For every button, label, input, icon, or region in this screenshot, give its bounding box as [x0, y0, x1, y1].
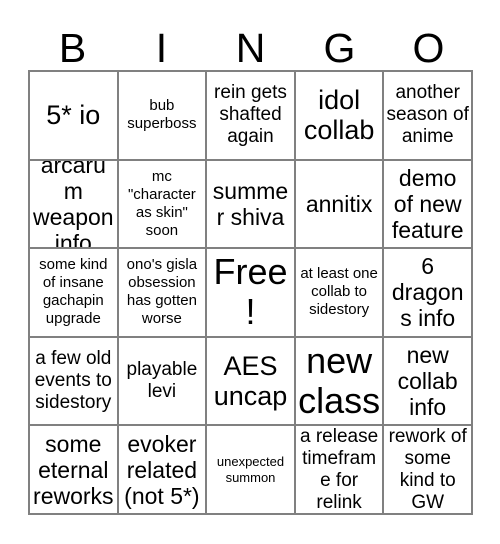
bingo-cell-r3c4[interactable]: at least one collab to sidestory — [295, 249, 385, 338]
bingo-cell-r4c1[interactable]: a few old events to sidestory — [30, 337, 119, 427]
bingo-cell-r3c1[interactable]: some kind of insane gachapin upgrade — [30, 249, 119, 338]
bingo-cell-label: some eternal reworks — [33, 430, 114, 509]
bingo-cell-label: playable levi — [126, 359, 198, 403]
bingo-cell-label: evoker related (not 5*) — [124, 430, 200, 509]
bingo-cell-label: some kind of insane gachapin upgrade — [39, 256, 108, 328]
bingo-cell-label: new class — [298, 340, 381, 422]
bingo-cell-label: rein gets shafted again — [214, 82, 287, 148]
bingo-cell-r1c4[interactable]: idol collab — [295, 72, 385, 161]
bingo-cell-r4c3[interactable]: AES uncap — [207, 337, 296, 427]
bingo-cell-r3c2[interactable]: ono's gisla obsession has gotten worse — [118, 249, 208, 338]
bingo-cell-r5c5[interactable]: rework of some kind to GW — [384, 426, 473, 515]
bingo-cell-label: AES uncap — [213, 351, 288, 412]
bingo-header-letter-5: O — [412, 25, 445, 71]
bingo-cell-r5c4[interactable]: a release timeframe for relink — [295, 426, 385, 515]
bingo-cell-r4c4[interactable]: new class — [295, 337, 385, 427]
bingo-cell-label: new collab info — [397, 342, 458, 421]
bingo-cell-label: rework of some kind to GW — [388, 426, 467, 513]
bingo-cell-r5c3[interactable]: unexpected summon — [207, 426, 296, 515]
bingo-cell-label: a few old events to sidestory — [34, 348, 112, 414]
bingo-cell-label: 5* io — [46, 100, 101, 131]
bingo-cell-label: another season of anime — [386, 82, 469, 148]
bingo-header-letter-4: G — [323, 25, 356, 71]
bingo-cell-r2c5[interactable]: demo of new feature — [384, 160, 473, 250]
bingo-cell-label: a release timeframe for relink — [300, 426, 379, 513]
bingo-cell-label: bub superboss — [127, 97, 197, 133]
bingo-cell-r3c3[interactable]: Free! — [207, 249, 296, 338]
bingo-cell-r1c1[interactable]: 5* io — [30, 72, 119, 161]
bingo-header-letter-2: I — [155, 25, 168, 71]
bingo-cell-label: arcarum weapon info — [33, 160, 114, 250]
bingo-cell-label: unexpected summon — [216, 453, 285, 485]
bingo-cell-label: mc "character as skin" soon — [127, 167, 196, 239]
bingo-header-letter-1: B — [58, 25, 87, 71]
bingo-cell-label: at least one collab to sidestory — [300, 265, 378, 319]
bingo-cell-r5c1[interactable]: some eternal reworks — [30, 426, 119, 515]
bingo-cell-label: Free! — [213, 251, 288, 333]
bingo-cell-r1c3[interactable]: rein gets shafted again — [207, 72, 296, 161]
bingo-cell-r3c5[interactable]: 6 dragons info — [384, 249, 473, 338]
bingo-cell-label: summer shiva — [212, 177, 289, 230]
bingo-cell-r4c2[interactable]: playable levi — [118, 337, 208, 427]
bingo-cell-r4c5[interactable]: new collab info — [384, 337, 473, 427]
bingo-cell-label: demo of new feature — [391, 164, 464, 243]
bingo-cell-r2c3[interactable]: summer shiva — [207, 160, 296, 250]
bingo-grid: 5* io bub superboss rein gets shafted agai… — [28, 70, 473, 515]
bingo-cell-r2c2[interactable]: mc "character as skin" soon — [118, 160, 208, 250]
bingo-cell-label: ono's gisla obsession has gotten worse — [126, 256, 198, 328]
bingo-card: B I N G O 5* io bub superboss rein gets shafte… — [0, 0, 500, 544]
bingo-cell-r5c2[interactable]: evoker related (not 5*) — [118, 426, 208, 515]
bingo-cell-label: annitix — [305, 190, 373, 217]
bingo-cell-label: idol collab — [303, 85, 375, 146]
bingo-cell-r2c4[interactable]: annitix — [295, 160, 385, 250]
bingo-cell-r1c5[interactable]: another season of anime — [384, 72, 473, 161]
bingo-cell-label: 6 dragons info — [391, 253, 464, 332]
bingo-header-letter-3: N — [235, 25, 266, 71]
bingo-header: BINGO — [28, 16, 473, 70]
bingo-cell-r1c2[interactable]: bub superboss — [118, 72, 208, 161]
bingo-cell-r2c1[interactable]: arcarum weapon info — [30, 160, 119, 250]
